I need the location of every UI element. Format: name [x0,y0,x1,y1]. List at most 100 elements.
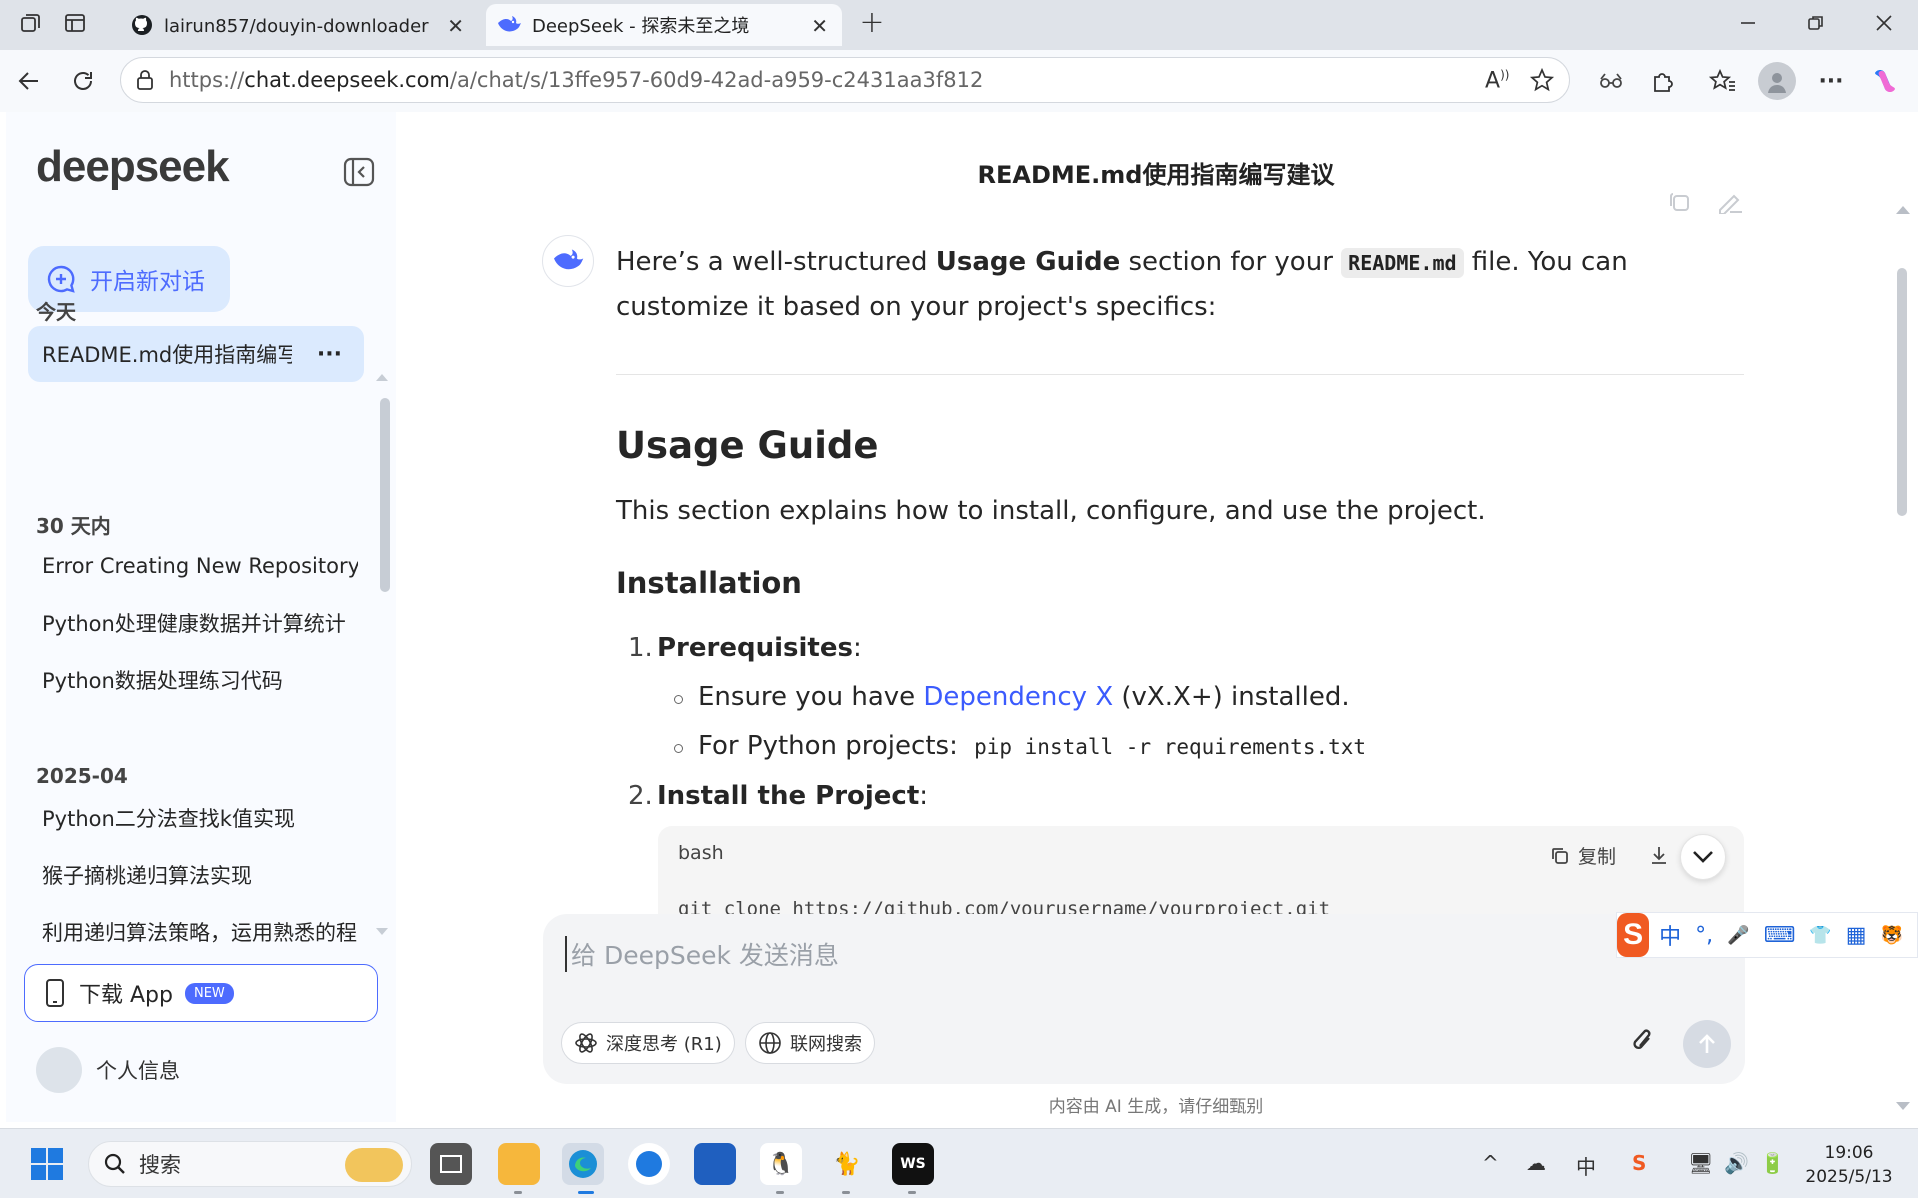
close-window-icon[interactable] [1872,10,1896,36]
history-item[interactable]: 猴子摘桃递归算法实现 [28,847,358,903]
read-aloud-icon[interactable]: A)) [1485,68,1509,93]
ime-punctuation[interactable]: °, [1695,923,1713,948]
tab-title: lairun857/douyin-downloader: 抖 [164,16,429,37]
sidebar-scrollbar[interactable] [380,398,390,592]
dependency-link[interactable]: Dependency X [923,682,1113,712]
bullet [674,695,683,704]
scroll-down-arrow-icon[interactable] [1896,1102,1910,1110]
browser-toolbar: https://chat.deepseek.com/a/chat/s/13ffe… [0,50,1918,112]
new-tab-icon[interactable]: + [858,5,886,40]
copy-code-button[interactable]: 复制 [1550,842,1616,869]
refresh-icon[interactable] [68,66,98,96]
history-item[interactable]: Error Creating New Repository [28,538,358,594]
history-item[interactable]: 利用递归算法策略，运用熟悉的程 [28,904,358,960]
profile-avatar-icon[interactable] [1758,62,1796,100]
divider [616,374,1744,375]
message-input[interactable]: 给 DeepSeek 发送消息 [565,936,839,972]
history-section-2025-04: 2025-04 [36,764,128,788]
phone-icon [46,979,64,1007]
volume-icon[interactable]: 🔊 [1724,1151,1749,1175]
network-icon[interactable]: 🖥 [1688,1151,1713,1175]
address-bar[interactable]: https://chat.deepseek.com/a/chat/s/13ffe… [120,57,1570,103]
history-item[interactable]: Python二分法查找k值实现 [28,790,358,846]
attach-file-icon[interactable] [1629,1024,1657,1058]
task-view-icon[interactable] [430,1143,472,1185]
message-composer[interactable]: 给 DeepSeek 发送消息 深度思考 (R1) 联网搜索 [543,914,1745,1084]
battery-icon[interactable]: 🔋 [1760,1151,1785,1175]
ime-chinese-mode[interactable]: 中 [1659,919,1681,951]
copy-message-icon[interactable] [1666,192,1692,214]
clock[interactable]: 19:06 2025/5/13 [1790,1141,1908,1189]
history-item[interactable]: README.md使用指南编写建议 ··· [28,326,364,382]
ime-keyboard-icon[interactable]: ⌨ [1764,923,1796,948]
sidebar-scroll-down-icon[interactable] [376,928,388,935]
history-item[interactable]: Python处理健康数据并计算统计 [28,595,358,651]
ime-toolbox-icon[interactable]: ▦ [1846,923,1867,948]
atom-icon [575,1033,597,1053]
scroll-to-bottom-button[interactable] [1680,834,1726,880]
download-app-button[interactable]: 下载 App NEW [24,964,378,1022]
sidebar-scroll-up-icon[interactable] [376,374,388,381]
main-scrollbar[interactable] [1897,268,1907,516]
assistant-intro-paragraph: Here’s a well-structured Usage Guide sec… [616,247,1628,322]
copilot-icon[interactable] [1868,64,1902,98]
ime-indicator[interactable]: 中 [1576,1151,1596,1180]
close-tab-icon[interactable]: ✕ [447,14,464,38]
web-search-button[interactable]: 联网搜索 [745,1022,875,1064]
windows-start-icon[interactable] [30,1147,64,1181]
deep-think-button[interactable]: 深度思考 (R1) [561,1022,735,1064]
edit-title-icon[interactable] [1716,192,1744,214]
workspaces-icon[interactable] [18,10,44,36]
tray-overflow-icon[interactable]: ^ [1482,1151,1499,1175]
store-icon[interactable] [694,1143,736,1185]
back-icon[interactable] [14,66,44,96]
app-icon[interactable] [628,1143,670,1185]
favorite-star-icon[interactable] [1529,67,1555,93]
lock-icon[interactable] [135,69,155,91]
history-item-more-button[interactable]: ··· [317,342,342,367]
list-number: 2. [628,781,653,811]
ai-disclaimer: 内容由 AI 生成，请仔细甄别 [1048,1097,1264,1117]
minimize-icon[interactable] [1736,10,1760,36]
list-item-install-project: Install the Project: [657,781,929,811]
file-explorer-icon[interactable] [498,1143,540,1185]
send-button[interactable] [1683,1020,1731,1068]
more-menu-icon[interactable]: ··· [1816,66,1846,96]
ime-skin-icon[interactable]: 👕 [1809,925,1831,946]
sidebar: deepseek 开启新对话 今天 README.md使用指南编写建议 ··· … [6,112,396,1122]
list-item-python: For Python projects: pip install -r requ… [698,731,1367,761]
tab-github[interactable]: lairun857/douyin-downloader: 抖 ✕ [130,4,480,46]
taskbar-search[interactable]: 搜索 [88,1141,412,1187]
cat-app-icon[interactable]: 🐈 [826,1143,868,1185]
collapse-sidebar-icon[interactable] [342,156,376,188]
qq-icon[interactable]: 🐧 [760,1143,802,1185]
ime-toolbar[interactable]: S 中 °, 🎤 ⌨ 👕 ▦ 🐯 [1616,912,1918,958]
history-section-today: 今天 [36,300,76,324]
code-language-label: bash [678,842,724,864]
browser-tab-bar: lairun857/douyin-downloader: 抖 ✕ DeepSee… [0,0,1918,50]
webstorm-icon[interactable]: WS [892,1143,934,1185]
edge-browser-icon[interactable] [562,1143,604,1185]
tab-actions-icon[interactable] [62,10,88,36]
browser-essentials-icon[interactable] [1596,66,1626,96]
profile-button[interactable]: 个人信息 [36,1047,180,1093]
sogou-tray-icon[interactable]: S [1632,1151,1646,1175]
favorites-icon[interactable] [1708,66,1738,96]
sogou-ime-icon[interactable]: S [1617,913,1650,957]
download-code-icon[interactable] [1648,844,1670,866]
ime-voice-icon[interactable]: 🎤 [1727,925,1749,946]
tab-title: DeepSeek - 探索未至之境 [532,16,750,37]
running-indicator [514,1191,522,1194]
close-tab-icon[interactable]: ✕ [811,14,828,38]
running-indicator [908,1191,916,1194]
chevron-down-icon [1693,851,1713,863]
scroll-up-arrow-icon[interactable] [1896,206,1910,214]
restore-icon[interactable] [1804,10,1828,36]
onedrive-icon[interactable]: ☁ [1526,1151,1546,1175]
ime-mascot-icon[interactable]: 🐯 [1881,925,1903,946]
history-item[interactable]: Python数据处理练习代码 [28,652,358,708]
extensions-icon[interactable] [1648,66,1678,96]
tab-deepseek[interactable]: DeepSeek - 探索未至之境 ✕ [486,4,842,46]
bullet [674,744,683,753]
arrow-up-icon [1699,1034,1715,1053]
